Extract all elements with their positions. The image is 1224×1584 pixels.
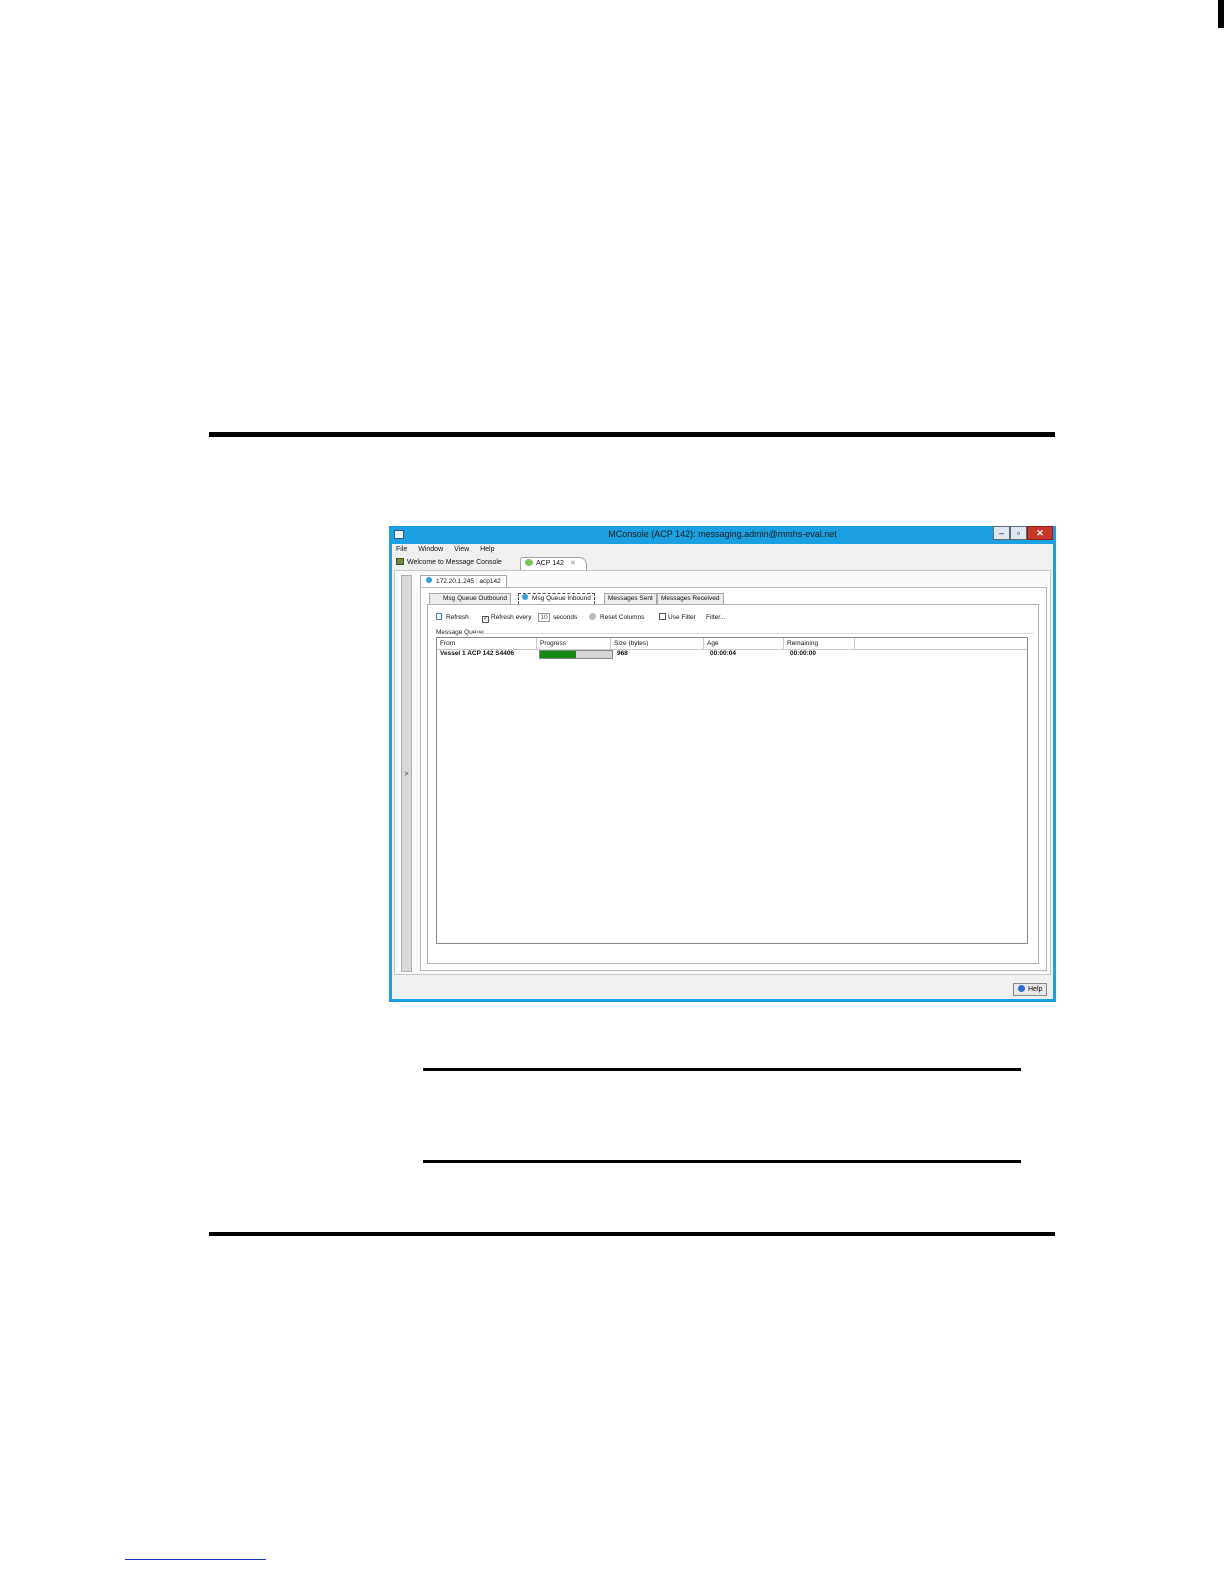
interval-input[interactable]: 10 (538, 613, 550, 622)
client-area: File Window View Help Welcome to Message… (392, 544, 1053, 999)
note-bottom-rule (423, 1160, 1021, 1163)
note-top-rule (423, 1068, 1021, 1071)
globe-icon (426, 577, 432, 583)
filter-link[interactable]: Filter... (706, 613, 726, 622)
progress-fill (540, 651, 576, 658)
tab-acp142[interactable]: ACP 142 ✕ (520, 557, 587, 570)
seconds-label: seconds (553, 614, 578, 621)
tab-msg-queue-outbound[interactable]: Msg Queue Outbound (429, 593, 511, 604)
use-filter-checkbox[interactable]: Use Filter (659, 613, 696, 622)
menu-help[interactable]: Help (480, 546, 494, 553)
tab-msg-queue-inbound-label: Msg Queue Inbound (532, 595, 591, 602)
tab-msg-queue-inbound[interactable]: Msg Queue Inbound (518, 593, 595, 604)
col-age[interactable]: Age (704, 638, 784, 649)
menu-window[interactable]: Window (418, 546, 443, 553)
use-filter-label: Use Filter (668, 614, 696, 621)
reset-icon (589, 613, 596, 620)
col-from[interactable]: From (437, 638, 537, 649)
menu-view[interactable]: View (454, 546, 469, 553)
reset-columns-button[interactable]: Reset Columns (589, 613, 644, 622)
top-rule (209, 432, 1055, 437)
table-row[interactable]: Vessel 1 ACP 142 S4406 968 00:00:04 00:0… (437, 649, 1027, 659)
tab-welcome-label: Welcome to Message Console (407, 559, 502, 566)
cell-remaining: 00:00:00 (790, 650, 817, 657)
cell-size: 968 (617, 650, 628, 657)
help-button[interactable]: Help (1013, 983, 1047, 996)
checkbox-checked-icon: ✓ (482, 616, 489, 623)
refresh-interval: 10 seconds (538, 613, 577, 622)
help-label: Help (1028, 986, 1043, 993)
cell-age: 00:00:04 (710, 650, 737, 657)
queue-panel: Refresh ✓ Refresh every 10 seconds Reset C… (427, 604, 1039, 964)
footnote-rule (125, 1559, 266, 1560)
tab-messages-sent[interactable]: Messages Sent (604, 593, 657, 604)
col-size[interactable]: Size (bytes) (611, 638, 704, 649)
reset-columns-label: Reset Columns (600, 614, 645, 621)
col-remaining[interactable]: Remaining (784, 638, 855, 649)
help-icon (1018, 985, 1025, 992)
menu-file[interactable]: File (396, 546, 407, 553)
refresh-every-label: Refresh every (491, 614, 532, 621)
editor-area: > 172.20.1.245 : acp142 Msg Queue Outbou… (394, 570, 1051, 975)
editor-tabs: Welcome to Message Console ACP 142 ✕ (394, 557, 1053, 570)
menu-bar: File Window View Help (396, 546, 504, 557)
globe-icon (522, 594, 528, 600)
refresh-every-checkbox[interactable]: ✓ Refresh every (482, 613, 531, 623)
col-progress[interactable]: Progress (537, 638, 611, 649)
page-edge-bar (1218, 0, 1224, 28)
checkbox-unchecked-icon (659, 613, 666, 620)
bottom-rule (209, 1232, 1055, 1236)
minimize-button[interactable]: ‒ (993, 526, 1010, 540)
close-button[interactable]: ✕ (1027, 526, 1053, 540)
group-divider (472, 633, 1034, 634)
refresh-label: Refresh (446, 614, 469, 621)
tab-close-icon[interactable]: ✕ (570, 560, 576, 567)
progress-bar (539, 650, 613, 659)
cell-from: Vessel 1 ACP 142 S4406 (440, 650, 515, 657)
refresh-button[interactable]: Refresh (436, 613, 469, 622)
connection-tab-label: 172.20.1.245 : acp142 (436, 578, 501, 585)
title-bar[interactable]: MConsole (ACP 142): messaging.admin@mmhs… (389, 526, 1056, 544)
mconsole-window: MConsole (ACP 142): messaging.admin@mmhs… (389, 526, 1056, 1002)
connection-icon (525, 559, 533, 566)
window-title: MConsole (ACP 142): messaging.admin@mmhs… (608, 529, 837, 539)
message-queue-table: From Progress Size (bytes) Age Remaining… (436, 637, 1028, 944)
connection-panel: Msg Queue Outbound Msg Queue Inbound Mes… (420, 587, 1047, 971)
console-icon (396, 558, 404, 565)
tab-messages-received[interactable]: Messages Received (657, 593, 724, 604)
side-panel-toggle[interactable]: > (401, 575, 412, 972)
tab-acp142-label: ACP 142 (536, 560, 564, 567)
refresh-icon (436, 613, 442, 620)
maximize-button[interactable]: ▫ (1010, 526, 1027, 540)
tab-welcome[interactable]: Welcome to Message Console (396, 557, 502, 569)
